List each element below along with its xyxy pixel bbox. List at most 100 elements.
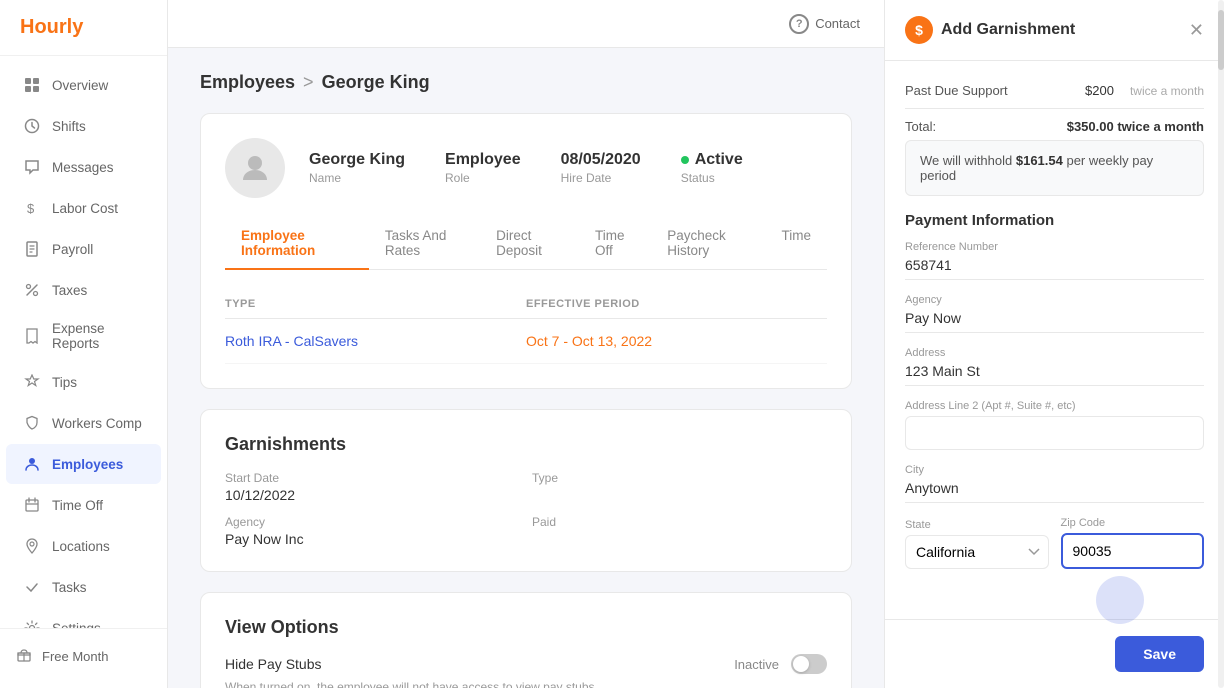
panel-body: Past Due Support $200 twice a month Tota… — [885, 61, 1224, 619]
employee-name-label: Name — [309, 171, 405, 185]
main-content: Employees > George King George King Name… — [168, 48, 884, 688]
col-type: TYPE — [225, 298, 526, 310]
sidebar-item-label: Overview — [52, 78, 108, 93]
gift-icon — [16, 647, 32, 666]
sidebar-item-time-off[interactable]: Time Off — [6, 485, 161, 525]
address-field: Address 123 Main St — [905, 347, 1204, 386]
tab-label: Paycheck History — [667, 228, 726, 258]
panel-title: $ Add Garnishment — [905, 16, 1075, 44]
sidebar-item-label: Expense Reports — [52, 321, 145, 351]
past-due-frequency: twice a month — [1130, 84, 1204, 98]
past-due-label: Past Due Support — [905, 83, 1008, 98]
address-value: 123 Main St — [905, 363, 1204, 386]
reference-number-field: Reference Number 658741 — [905, 241, 1204, 280]
help-button[interactable]: ? Contact — [789, 14, 860, 34]
save-button[interactable]: Save — [1115, 636, 1204, 672]
garn-paid: Paid — [532, 515, 827, 547]
zip-input[interactable] — [1061, 533, 1205, 569]
agency-label: Agency — [905, 294, 1204, 306]
total-value: $350.00 twice a month — [1067, 119, 1204, 134]
grid-icon — [22, 75, 42, 95]
address2-input[interactable] — [905, 416, 1204, 450]
agency-field: Agency Pay Now — [905, 294, 1204, 333]
garnishments-grid: Start Date 10/12/2022 Type Agency Pay No… — [225, 471, 827, 547]
tab-tasks-rates[interactable]: Tasks And Rates — [369, 218, 480, 270]
employee-info: George King Name Employee Role 08/05/202… — [225, 138, 827, 198]
sidebar-item-labor-cost[interactable]: $ Labor Cost — [6, 188, 161, 228]
tip-icon — [22, 372, 42, 392]
tab-label: Time Off — [595, 228, 625, 258]
reference-number-value: 658741 — [905, 257, 1204, 280]
sidebar-item-payroll[interactable]: Payroll — [6, 229, 161, 269]
employee-details: George King Name Employee Role 08/05/202… — [309, 151, 743, 185]
tab-employee-info[interactable]: Employee Information — [225, 218, 369, 270]
tab-paycheck-history[interactable]: Paycheck History — [651, 218, 765, 270]
help-icon: ? — [789, 14, 809, 34]
free-month-item[interactable]: Free Month — [0, 637, 167, 676]
deductions-table-header: TYPE EFFECTIVE PERIOD — [225, 290, 827, 319]
employee-name: George King — [309, 151, 405, 169]
status-badge: Active — [681, 151, 743, 169]
sidebar-item-employees[interactable]: Employees — [6, 444, 161, 484]
file-icon — [22, 239, 42, 259]
sidebar-item-locations[interactable]: Locations — [6, 526, 161, 566]
sidebar-item-label: Shifts — [52, 119, 86, 134]
sidebar-item-label: Settings — [52, 621, 101, 629]
sidebar-item-tips[interactable]: Tips — [6, 362, 161, 402]
app-header: ? Contact — [168, 0, 884, 48]
state-select[interactable]: California — [905, 535, 1049, 569]
address2-label: Address Line 2 (Apt #, Suite #, etc) — [905, 400, 1204, 412]
tab-time[interactable]: Time — [766, 218, 828, 270]
tab-label: Time — [782, 228, 812, 243]
tab-label: Direct Deposit — [496, 228, 542, 258]
sidebar-nav: Overview Shifts Messages $ Labor Cost Pa… — [0, 56, 167, 628]
shield-icon — [22, 413, 42, 433]
hide-pay-stubs-toggle[interactable] — [791, 654, 827, 674]
scrollbar-thumb[interactable] — [1218, 10, 1224, 70]
sidebar-item-label: Messages — [52, 160, 114, 175]
garn-paid-label: Paid — [532, 515, 827, 529]
panel-footer: Save — [885, 619, 1224, 688]
tab-label: Tasks And Rates — [385, 228, 447, 258]
sidebar-item-label: Workers Comp — [52, 416, 142, 431]
sidebar-item-shifts[interactable]: Shifts — [6, 106, 161, 146]
tabs: Employee Information Tasks And Rates Dir… — [225, 218, 827, 270]
chat-icon — [22, 157, 42, 177]
pin-icon — [22, 536, 42, 556]
employee-status-label: Status — [681, 171, 743, 185]
sidebar-item-taxes[interactable]: Taxes — [6, 270, 161, 310]
sidebar-item-workers-comp[interactable]: Workers Comp — [6, 403, 161, 443]
dollar-icon: $ — [22, 198, 42, 218]
breadcrumb-current: George King — [322, 72, 430, 93]
tab-time-off[interactable]: Time Off — [579, 218, 651, 270]
garn-type: Type — [532, 471, 827, 503]
sidebar-item-overview[interactable]: Overview — [6, 65, 161, 105]
sidebar-bottom: Free Month — [0, 628, 167, 688]
employee-hire-date-label: Hire Date — [561, 171, 641, 185]
add-garnishment-panel: $ Add Garnishment ✕ Past Due Support $20… — [884, 0, 1224, 688]
breadcrumb-separator: > — [303, 72, 314, 93]
total-label: Total: — [905, 119, 936, 134]
sidebar-item-tasks[interactable]: Tasks — [6, 567, 161, 607]
total-row: Total: $350.00 twice a month — [905, 108, 1204, 140]
tab-direct-deposit[interactable]: Direct Deposit — [480, 218, 579, 270]
employee-card: George King Name Employee Role 08/05/202… — [200, 113, 852, 389]
address2-field: Address Line 2 (Apt #, Suite #, etc) — [905, 400, 1204, 450]
scrollbar-track — [1218, 0, 1224, 688]
sidebar-item-settings[interactable]: Settings — [6, 608, 161, 628]
garnishments-title: Garnishments — [225, 434, 827, 455]
toggle-knob — [793, 656, 809, 672]
sidebar-item-label: Payroll — [52, 242, 93, 257]
sidebar-item-expense-reports[interactable]: Expense Reports — [6, 311, 161, 361]
state-field: State California — [905, 519, 1049, 569]
view-options-title: View Options — [225, 617, 827, 638]
zip-label: Zip Code — [1061, 517, 1205, 529]
state-label: State — [905, 519, 1049, 531]
city-value: Anytown — [905, 480, 1204, 503]
person-icon — [22, 454, 42, 474]
sidebar-item-label: Tasks — [52, 580, 87, 595]
panel-close-button[interactable]: ✕ — [1189, 21, 1204, 39]
payment-section-title: Payment Information — [905, 212, 1204, 229]
city-label: City — [905, 464, 1204, 476]
sidebar-item-messages[interactable]: Messages — [6, 147, 161, 187]
